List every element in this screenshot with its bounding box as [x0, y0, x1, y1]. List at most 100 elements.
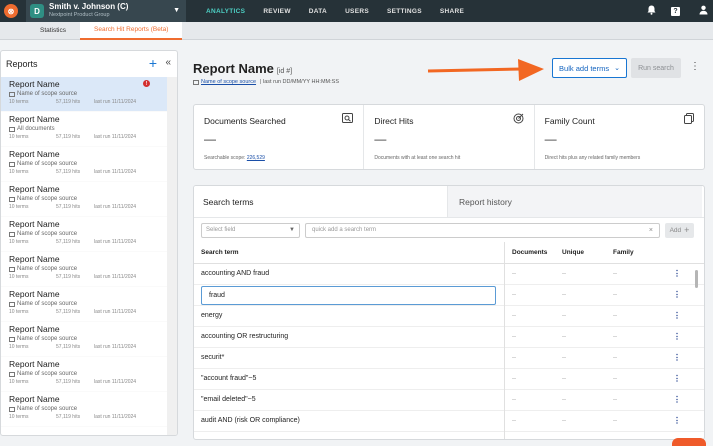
- more-options-icon[interactable]: ⋮: [690, 61, 700, 72]
- term-edit-input[interactable]: fraud: [201, 286, 496, 305]
- user-icon[interactable]: [697, 5, 709, 17]
- nav-review[interactable]: REVIEW: [263, 8, 290, 15]
- scope-icon: [193, 79, 199, 85]
- bulk-add-terms-button[interactable]: Bulk add terms ⌄: [552, 58, 627, 78]
- report-hits: 57,119 hits: [56, 344, 81, 350]
- report-terms: 10 terms: [9, 239, 29, 245]
- collapse-sidebar-icon[interactable]: «: [165, 57, 171, 68]
- table-row[interactable]: "account fraud"~5 -- -- -- ⋮: [194, 369, 704, 390]
- col-search-term[interactable]: Search term: [201, 249, 239, 256]
- report-list-item[interactable]: Report Name Name of scope source 10 terms 5…: [1, 287, 177, 322]
- row-menu-icon[interactable]: ⋮: [673, 374, 681, 383]
- sub-tabs: Statistics Search Hit Reports (Beta): [0, 21, 713, 40]
- clear-icon[interactable]: ×: [649, 227, 653, 234]
- report-scope: Name of scope source: [9, 300, 169, 309]
- field-select[interactable]: Select field ▼: [201, 222, 300, 238]
- tab-report-history[interactable]: Report history: [448, 186, 702, 217]
- scope-icon: [9, 127, 15, 132]
- row-menu-icon[interactable]: ⋮: [673, 395, 681, 404]
- unique-cell: --: [562, 271, 566, 277]
- report-list-item[interactable]: Report Name Name of scope source 10 terms 5…: [1, 217, 177, 252]
- report-list-item[interactable]: Report Name Name of scope source 10 terms 5…: [1, 147, 177, 182]
- report-meta: 10 terms 57,119 hits last run 11/11/2024: [9, 414, 169, 422]
- family-cell: --: [613, 292, 617, 298]
- row-menu-icon[interactable]: ⋮: [673, 290, 681, 299]
- report-name: Report Name: [9, 324, 60, 334]
- row-menu-icon[interactable]: ⋮: [673, 353, 681, 362]
- row-menu-icon[interactable]: ⋮: [673, 269, 681, 278]
- app-logo[interactable]: ⊗: [0, 0, 22, 22]
- table-row[interactable]: fraud -- -- -- ⋮: [194, 285, 704, 306]
- searchable-scope-link[interactable]: 226,529: [247, 155, 265, 161]
- report-list-item[interactable]: Report Name Name of scope source 10 terms 5…: [1, 322, 177, 357]
- unique-cell: --: [562, 397, 566, 403]
- report-terms: 10 terms: [9, 414, 29, 420]
- report-list-item[interactable]: Report Name All documents 10 terms 57,119 h…: [1, 112, 177, 147]
- report-terms: 10 terms: [9, 309, 29, 315]
- sidebar-scrollbar[interactable]: [167, 77, 177, 435]
- case-selector[interactable]: D Smith v. Johnson (C) Nextpoint Product…: [26, 0, 186, 22]
- add-report-icon[interactable]: +: [149, 55, 157, 71]
- nav-analytics[interactable]: ANALYTICS: [206, 8, 245, 15]
- col-unique[interactable]: Unique: [562, 249, 584, 256]
- table-row[interactable]: energy -- -- -- ⋮: [194, 306, 704, 327]
- report-name: Report Name: [9, 254, 60, 264]
- column-divider: [504, 242, 505, 439]
- report-hits: 57,119 hits: [56, 169, 81, 175]
- report-last-run: last run 11/11/2024: [94, 239, 137, 245]
- scope-icon: [9, 407, 15, 412]
- nav-data[interactable]: DATA: [309, 8, 327, 15]
- quick-add-term-input[interactable]: quick add a search term ×: [305, 222, 660, 238]
- report-hits: 57,119 hits: [56, 239, 81, 245]
- unique-cell: --: [562, 376, 566, 382]
- term-cell: audit AND (risk OR compliance): [201, 417, 300, 424]
- report-list-item[interactable]: Report Name Name of scope source 10 terms 5…: [1, 357, 177, 392]
- row-menu-icon[interactable]: ⋮: [673, 332, 681, 341]
- scope-icon: [9, 267, 15, 272]
- nav-settings[interactable]: SETTINGS: [387, 8, 422, 15]
- report-list-item[interactable]: Report Name Name of scope source 10 terms 5…: [1, 252, 177, 287]
- report-list-item[interactable]: Report Name Name of scope source 10 terms 5…: [1, 182, 177, 217]
- report-name: Report Name: [9, 149, 60, 159]
- table-row[interactable]: "email deleted"~5 -- -- -- ⋮: [194, 390, 704, 411]
- tab-search-terms[interactable]: Search terms: [194, 186, 448, 217]
- table-row[interactable]: audit AND (risk OR compliance) -- -- -- ⋮: [194, 411, 704, 432]
- report-list-item[interactable]: Report Name Name of scope source 10 terms 5…: [1, 77, 177, 112]
- report-list-item[interactable]: Report Name Name of scope source 10 terms 5…: [1, 392, 177, 427]
- report-name: Report Name: [9, 394, 60, 404]
- report-meta: 10 terms 57,119 hits last run 11/11/2024: [9, 379, 169, 387]
- bell-icon[interactable]: [645, 5, 657, 17]
- help-icon[interactable]: ?: [671, 6, 683, 16]
- report-subtitle: Name of scope source | last run DD/MM/YY…: [193, 79, 339, 85]
- report-last-run: last run 11/11/2024: [94, 204, 137, 210]
- floating-action-button[interactable]: [672, 438, 706, 446]
- table-scrollbar[interactable]: [695, 270, 698, 288]
- run-search-button[interactable]: Run search: [631, 58, 681, 78]
- documents-cell: --: [512, 313, 516, 319]
- table-row[interactable]: accounting AND fraud -- -- -- ⋮: [194, 264, 704, 285]
- term-cell: accounting AND fraud: [201, 270, 270, 277]
- alert-icon: !: [143, 80, 150, 87]
- documents-cell: --: [512, 355, 516, 361]
- scope-icon: [9, 372, 15, 377]
- add-term-button[interactable]: Add +: [665, 222, 694, 238]
- col-family[interactable]: Family: [613, 249, 634, 256]
- scope-link[interactable]: Name of scope source: [201, 79, 256, 85]
- documents-cell: --: [512, 334, 516, 340]
- row-menu-icon[interactable]: ⋮: [673, 311, 681, 320]
- tab-search-hit-reports[interactable]: Search Hit Reports (Beta): [80, 21, 183, 40]
- family-cell: --: [613, 418, 617, 424]
- col-documents[interactable]: Documents: [512, 249, 547, 256]
- caret-down-icon: ▼: [289, 226, 295, 233]
- nav-share[interactable]: SHARE: [440, 8, 464, 15]
- row-menu-icon[interactable]: ⋮: [673, 416, 681, 425]
- report-scope: Name of scope source: [9, 265, 169, 274]
- tab-statistics[interactable]: Statistics: [0, 22, 80, 40]
- table-row[interactable]: securit* -- -- -- ⋮: [194, 348, 704, 369]
- family-cell: --: [613, 355, 617, 361]
- report-last-run: last run 11/11/2024: [94, 99, 137, 105]
- report-meta: 10 terms 57,119 hits last run 11/11/2024: [9, 134, 169, 142]
- nav-users[interactable]: USERS: [345, 8, 369, 15]
- table-row[interactable]: accounting OR restructuring -- -- -- ⋮: [194, 327, 704, 348]
- stat-documents-searched: Documents Searched — Searchable scope: 2…: [194, 105, 365, 169]
